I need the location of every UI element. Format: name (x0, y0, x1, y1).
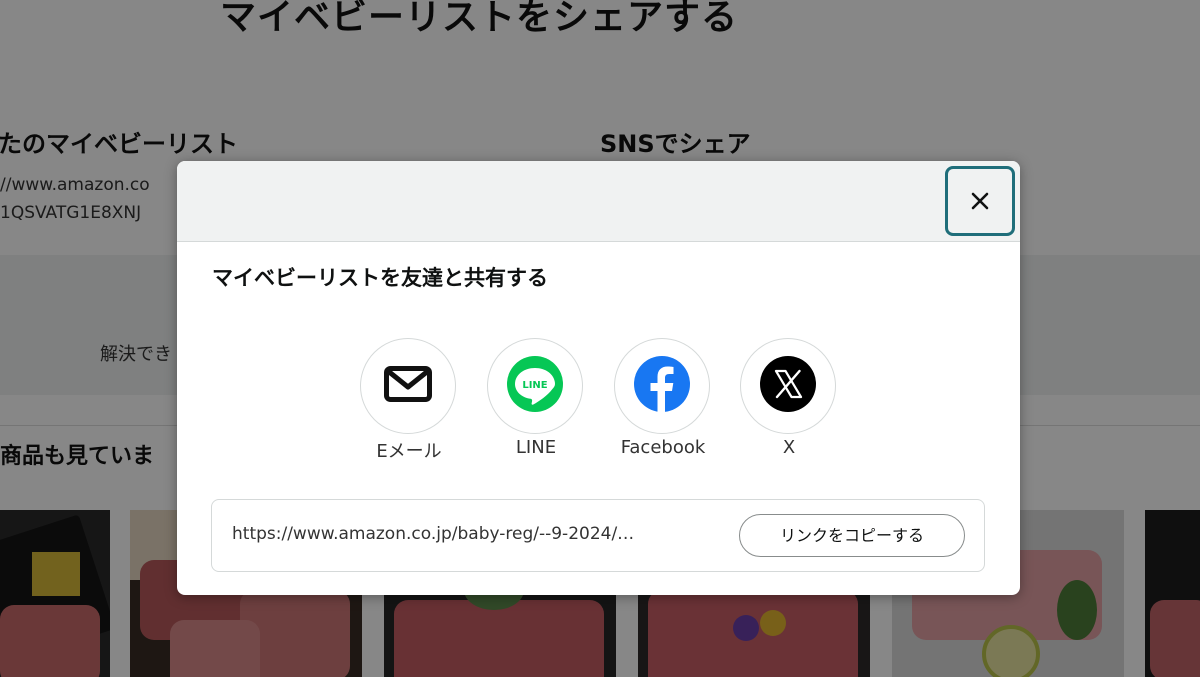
share-email-circle[interactable] (360, 338, 456, 434)
mail-icon (384, 366, 432, 406)
share-x-button[interactable]: X (734, 338, 844, 463)
close-icon (969, 190, 991, 212)
share-facebook-circle[interactable] (614, 338, 710, 434)
share-link-text[interactable]: https://www.amazon.co.jp/baby-reg/--9-20… (232, 524, 716, 544)
share-link-box: https://www.amazon.co.jp/baby-reg/--9-20… (211, 499, 985, 572)
share-x-circle[interactable] (740, 338, 836, 434)
line-icon-text: LINE (522, 380, 547, 391)
share-facebook-button[interactable]: Facebook (608, 338, 718, 463)
x-icon (759, 355, 817, 417)
modal-heading: マイベビーリストを友達と共有する (212, 266, 548, 290)
share-email-button[interactable]: Eメール (354, 338, 464, 463)
share-x-label: X (782, 437, 796, 458)
share-modal: マイベビーリストを友達と共有する Eメール LINE LINE Facebook… (177, 161, 1020, 595)
copy-link-button[interactable]: リンクをコピーする (739, 514, 965, 557)
modal-header (177, 161, 1020, 242)
share-line-circle[interactable]: LINE (487, 338, 583, 434)
share-page: マイベビーリストをシェアする たのマイベビーリスト //www.amazon.c… (0, 0, 1200, 677)
share-line-button[interactable]: LINE LINE (481, 338, 591, 463)
line-icon: LINE (506, 355, 564, 417)
facebook-icon (633, 355, 691, 417)
close-button[interactable] (945, 166, 1015, 236)
